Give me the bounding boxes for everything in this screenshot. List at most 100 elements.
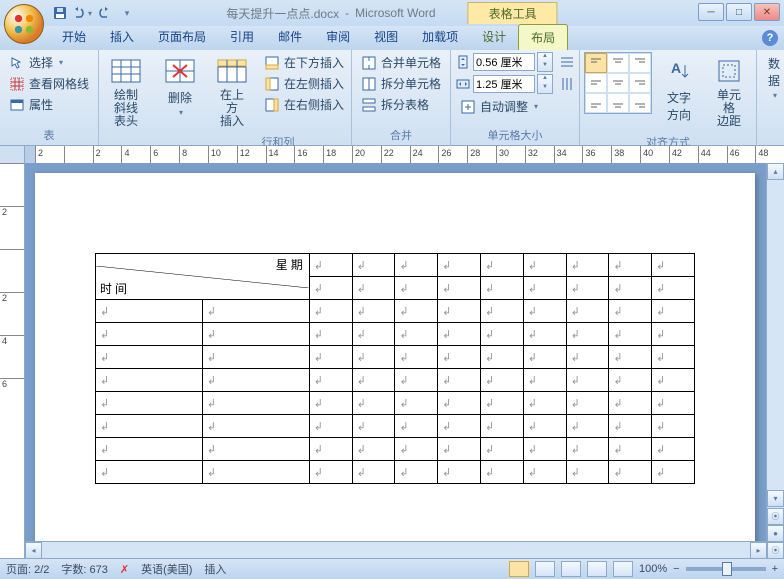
table-cell[interactable]: ↲ [566, 392, 609, 415]
row-height-input[interactable] [473, 53, 535, 71]
word-count[interactable]: 字数: 673 [61, 561, 107, 577]
table-cell[interactable]: ↲ [566, 323, 609, 346]
table-cell[interactable]: ↲ [96, 392, 203, 415]
table-cell[interactable]: ↲ [523, 369, 566, 392]
table-cell[interactable]: ↲ [96, 438, 203, 461]
table-cell[interactable]: ↲ [202, 369, 309, 392]
table-cell[interactable]: ↲ [523, 277, 566, 300]
undo-icon[interactable]: ▾ [72, 3, 92, 23]
table-cell[interactable]: ↲ [96, 346, 203, 369]
close-button[interactable]: ✕ [754, 3, 780, 21]
table-cell[interactable]: ↲ [652, 346, 695, 369]
horizontal-scrollbar[interactable]: ◂ ▸ [25, 541, 767, 559]
table-cell[interactable]: ↲ [566, 438, 609, 461]
distribute-cols-icon[interactable] [559, 76, 575, 92]
table-cell[interactable]: ↲ [566, 346, 609, 369]
distribute-rows-icon[interactable] [559, 54, 575, 70]
outline-view-button[interactable] [587, 561, 607, 577]
tab-视图[interactable]: 视图 [362, 24, 410, 50]
table-cell[interactable]: ↲ [609, 323, 652, 346]
page-viewport[interactable]: 星 期时 间↲↲↲↲↲↲↲↲↲↲↲↲↲↲↲↲↲↲↲↲↲↲↲↲↲↲↲↲↲↲↲↲↲↲… [25, 163, 784, 559]
table-cell[interactable]: ↲ [96, 415, 203, 438]
table-cell[interactable]: ↲ [609, 346, 652, 369]
table-cell[interactable]: ↲ [652, 392, 695, 415]
web-layout-view-button[interactable] [561, 561, 581, 577]
insert-right-button[interactable]: 在右侧插入 [259, 94, 349, 115]
spell-check-icon[interactable]: ✗ [120, 563, 129, 576]
table-cell[interactable]: ↲ [96, 461, 203, 484]
table-cell[interactable]: ↲ [395, 369, 438, 392]
table-cell[interactable]: ↲ [566, 277, 609, 300]
scroll-left-button[interactable]: ◂ [25, 542, 42, 559]
scroll-right-button[interactable]: ▸ [750, 542, 767, 559]
table-cell[interactable]: ↲ [438, 461, 481, 484]
table-cell[interactable]: ↲ [395, 438, 438, 461]
autofit-button[interactable]: 自动调整▾ [455, 96, 575, 117]
table-cell[interactable]: ↲ [352, 254, 395, 277]
table-cell[interactable]: ↲ [480, 277, 523, 300]
table-cell[interactable]: ↲ [352, 323, 395, 346]
table-cell[interactable]: ↲ [480, 461, 523, 484]
table-cell[interactable]: ↲ [438, 415, 481, 438]
table-cell[interactable]: ↲ [395, 277, 438, 300]
table-cell[interactable]: ↲ [352, 392, 395, 415]
data-button[interactable]: 数据▾ [761, 52, 784, 103]
table-cell[interactable]: ↲ [202, 323, 309, 346]
table-cell[interactable]: ↲ [395, 323, 438, 346]
table-cell[interactable]: ↲ [609, 300, 652, 323]
tab-开始[interactable]: 开始 [50, 24, 98, 50]
language-indicator[interactable]: 英语(美国) [141, 561, 192, 577]
table-cell[interactable]: ↲ [352, 300, 395, 323]
redo-icon[interactable] [94, 3, 114, 23]
table-cell[interactable]: ↲ [309, 369, 352, 392]
tab-设计[interactable]: 设计 [470, 24, 518, 50]
table-cell[interactable]: ↲ [202, 438, 309, 461]
table-cell[interactable]: ↲ [480, 323, 523, 346]
insert-below-button[interactable]: 在下方插入 [259, 52, 349, 73]
table-cell[interactable]: ↲ [438, 392, 481, 415]
table-cell[interactable]: ↲ [309, 254, 352, 277]
vertical-scrollbar[interactable]: ▴ ▾ ⦿ ● ⦿ [766, 163, 784, 559]
fullscreen-view-button[interactable] [535, 561, 555, 577]
qat-customize-icon[interactable]: ▾ [116, 3, 136, 23]
insert-above-button[interactable]: 在上方 插入 [209, 52, 255, 132]
zoom-out-button[interactable]: − [673, 563, 679, 575]
text-direction-button[interactable]: A文字方向 [656, 52, 702, 126]
gridlines-button[interactable]: 查看网格线 [4, 73, 94, 94]
table-cell[interactable]: ↲ [480, 346, 523, 369]
tab-页面布局[interactable]: 页面布局 [146, 24, 218, 50]
table-cell[interactable]: ↲ [609, 254, 652, 277]
page-indicator[interactable]: 页面: 2/2 [6, 561, 49, 577]
zoom-thumb[interactable] [722, 562, 732, 576]
tab-审阅[interactable]: 审阅 [314, 24, 362, 50]
diagonal-header-cell[interactable]: 星 期时 间 [96, 254, 310, 300]
table-cell[interactable]: ↲ [309, 415, 352, 438]
table-cell[interactable]: ↲ [309, 346, 352, 369]
insert-left-button[interactable]: 在左侧插入 [259, 73, 349, 94]
table-cell[interactable]: ↲ [395, 392, 438, 415]
save-icon[interactable] [50, 3, 70, 23]
table-cell[interactable]: ↲ [395, 300, 438, 323]
vertical-ruler[interactable]: 2246 [0, 163, 25, 559]
table-cell[interactable]: ↲ [480, 300, 523, 323]
table-cell[interactable]: ↲ [438, 254, 481, 277]
tab-邮件[interactable]: 邮件 [266, 24, 314, 50]
table-cell[interactable]: ↲ [96, 323, 203, 346]
table-cell[interactable]: ↲ [438, 438, 481, 461]
table-cell[interactable]: ↲ [309, 300, 352, 323]
table-cell[interactable]: ↲ [523, 392, 566, 415]
table-cell[interactable]: ↲ [652, 461, 695, 484]
table-cell[interactable]: ↲ [609, 369, 652, 392]
table-cell[interactable]: ↲ [309, 323, 352, 346]
table-cell[interactable]: ↲ [480, 254, 523, 277]
scroll-up-button[interactable]: ▴ [767, 163, 784, 180]
print-layout-view-button[interactable] [509, 561, 529, 577]
table-cell[interactable]: ↲ [309, 438, 352, 461]
prev-page-button[interactable]: ⦿ [767, 508, 784, 525]
zoom-level[interactable]: 100% [639, 563, 667, 575]
table-cell[interactable]: ↲ [202, 415, 309, 438]
tab-布局[interactable]: 布局 [518, 24, 568, 50]
table-cell[interactable]: ↲ [523, 346, 566, 369]
draw-diagonal-button[interactable]: 绘制 斜线表头 [103, 52, 149, 132]
table-cell[interactable]: ↲ [523, 438, 566, 461]
